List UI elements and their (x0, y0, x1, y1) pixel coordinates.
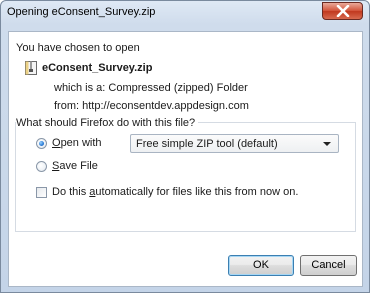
file-source-label: from: (54, 100, 83, 112)
file-type-row: which is a: Compressed (zipped) Folder (54, 82, 248, 94)
zip-file-icon (25, 61, 37, 75)
chevron-down-icon (323, 142, 331, 146)
file-name: eConsent_Survey.zip (42, 62, 153, 74)
cancel-button[interactable]: Cancel (300, 255, 357, 276)
remember-choice-pre: Do this (52, 186, 90, 198)
window-title: Opening eConsent_Survey.zip (7, 6, 156, 18)
close-icon (336, 5, 349, 17)
dialog-body: You have chosen to open eConsent_Survey.… (8, 31, 363, 287)
close-button[interactable] (322, 2, 363, 20)
remember-choice-label[interactable]: Do this automatically for files like thi… (52, 186, 298, 198)
download-dialog: Opening eConsent_Survey.zip You have cho… (0, 0, 370, 293)
action-group: Open with Free simple ZIP tool (default)… (15, 122, 356, 232)
open-with-label[interactable]: Open with (52, 137, 102, 149)
remember-choice-checkbox[interactable] (36, 187, 47, 198)
save-file-rest: ave File (59, 160, 98, 172)
save-file-radio[interactable] (36, 161, 47, 172)
remember-choice-post: utomatically for files like this from no… (95, 186, 299, 198)
application-select[interactable]: Free simple ZIP tool (default) (130, 134, 339, 153)
open-with-accel: O (52, 137, 61, 149)
file-type-label: which is a: (54, 82, 109, 94)
open-with-rest: pen with (60, 137, 102, 149)
intro-text: You have chosen to open (16, 42, 140, 54)
title-bar[interactable]: Opening eConsent_Survey.zip (1, 1, 369, 25)
file-source-value: http://econsentdev.appdesign.com (82, 100, 249, 112)
save-file-label[interactable]: Save File (52, 160, 98, 172)
file-source-row: from: http://econsentdev.appdesign.com (54, 100, 249, 112)
ok-button[interactable]: OK (228, 255, 294, 276)
question-text: What should Firefox do with this file? (16, 117, 199, 129)
file-type-value: Compressed (zipped) Folder (108, 82, 248, 94)
application-select-value: Free simple ZIP tool (default) (136, 138, 278, 150)
open-with-radio[interactable] (36, 138, 47, 149)
